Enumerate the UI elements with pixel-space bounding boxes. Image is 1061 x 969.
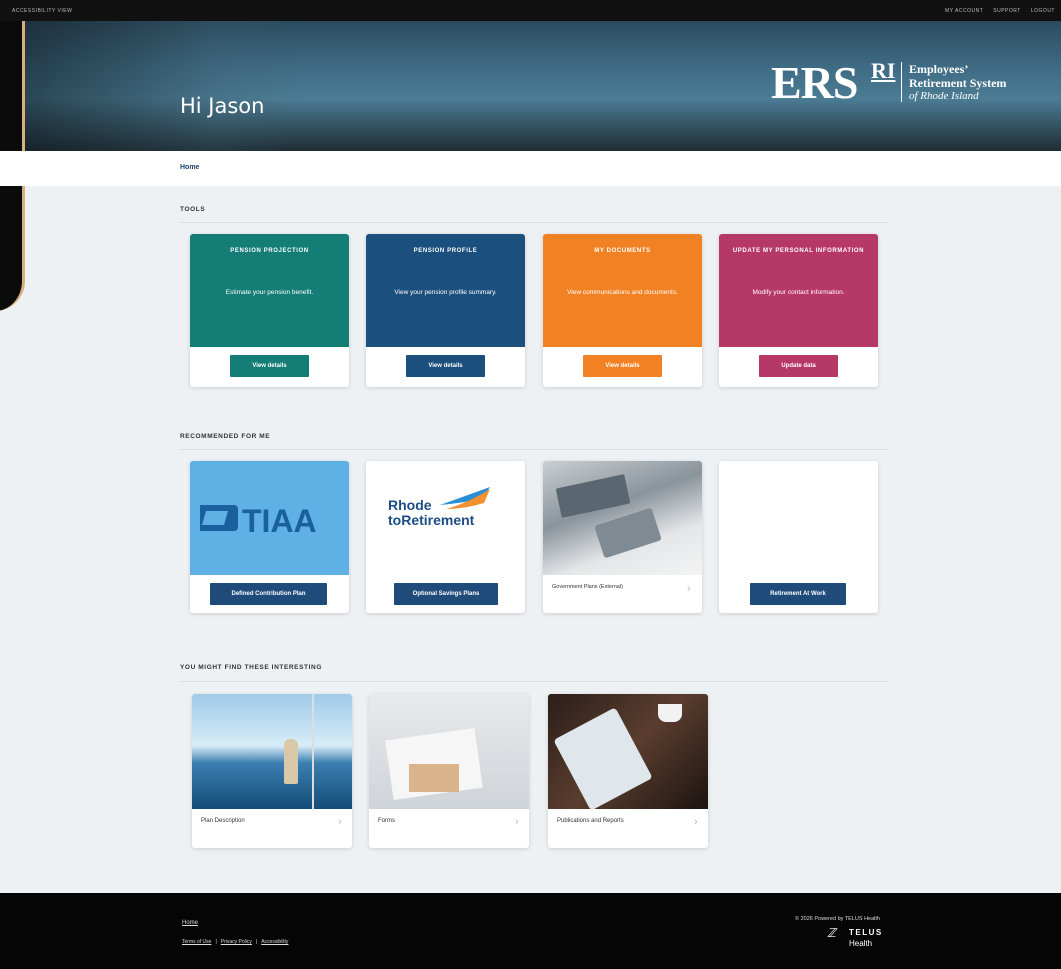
recommended-divider: [180, 449, 888, 450]
breadcrumb: Home: [0, 151, 1061, 186]
telus-symbol-icon: ℤ: [827, 926, 836, 940]
hero-banner: Hi Jason ERS RI Employees’ Retirement Sy…: [0, 21, 1061, 151]
breadcrumb-home[interactable]: Home: [180, 164, 199, 171]
tool-card-pension-projection: PENSION PROJECTION Estimate your pension…: [190, 234, 349, 387]
interesting-divider: [180, 681, 888, 682]
coffee-cup-icon: [658, 704, 682, 722]
int-card-plan-description[interactable]: Plan Description ›: [192, 694, 352, 848]
forms-photo: [369, 694, 529, 809]
rec-card-retirement-at-work: Retirement At Work: [719, 461, 878, 613]
footer-separator: |: [215, 939, 217, 945]
chevron-right-icon: ›: [687, 583, 691, 595]
pension-profile-view-details-button[interactable]: View details: [406, 355, 485, 377]
pension-projection-view-details-button[interactable]: View details: [230, 355, 309, 377]
tools-divider: [180, 222, 888, 223]
rec-card-rhode-to-retirement: Rhode toRetirement Optional Savings Plan…: [366, 461, 525, 613]
government-plans-link[interactable]: Government Plans (External): [552, 584, 623, 590]
forms-label: Forms: [378, 818, 395, 824]
greeting-heading: Hi Jason: [180, 94, 265, 118]
tool-card-desc: View your pension profile summary.: [394, 289, 497, 296]
defined-contribution-plan-button[interactable]: Defined Contribution Plan: [210, 583, 327, 605]
utility-links: MY ACCOUNT SUPPORT LOGOUT: [945, 8, 1055, 14]
tools-section-title: TOOLS: [180, 206, 206, 213]
logo-line-1: Employees’: [909, 62, 969, 76]
tool-card-title: PENSION PROFILE: [413, 248, 478, 254]
logo-divider: [901, 62, 902, 102]
tool-card-update-info: UPDATE MY PERSONAL INFORMATION Modify yo…: [719, 234, 878, 387]
calculator-photo: [543, 461, 702, 575]
tool-card-desc: Estimate your pension benefit.: [225, 289, 314, 296]
optional-savings-plans-button[interactable]: Optional Savings Plans: [394, 583, 498, 605]
tablet-icon: [553, 707, 653, 811]
tablet-photo: [548, 694, 708, 811]
logo-ers-text: ERS: [771, 57, 858, 108]
mast-line: [312, 694, 314, 809]
rhode-to-retirement-logo: Rhode toRetirement: [366, 461, 525, 575]
logo-ri-text: RI: [871, 58, 896, 83]
accessibility-view-link[interactable]: ACCESSIBILITY VIEW: [12, 8, 72, 14]
tool-card-my-documents: MY DOCUMENTS View communications and doc…: [543, 234, 702, 387]
accessibility-link[interactable]: Accessibility: [261, 939, 288, 945]
my-account-link[interactable]: MY ACCOUNT: [945, 8, 983, 14]
interesting-section-title: YOU MIGHT FIND THESE INTERESTING: [180, 664, 322, 671]
tool-card-desc: View communications and documents.: [567, 289, 678, 296]
tool-card-title: MY DOCUMENTS: [594, 248, 651, 254]
chevron-right-icon: ›: [515, 816, 519, 828]
footer-separator: |: [255, 939, 258, 945]
footer-home-link[interactable]: Home: [182, 920, 198, 926]
rtr-logo-line1: Rhode: [388, 497, 432, 513]
telus-logo-text: TELUS: [849, 928, 883, 937]
logo-line-3: of Rhode Island: [909, 90, 979, 102]
hero-background-image: [20, 21, 300, 151]
sailboat-photo: [192, 694, 352, 809]
footer: Home Terms of Use | Privacy Policy | Acc…: [0, 893, 1061, 969]
person-figure: [284, 739, 298, 784]
terms-of-use-link[interactable]: Terms of Use: [182, 939, 211, 945]
tiaa-logo-text: TIAA: [242, 503, 317, 539]
ers-ri-logo[interactable]: ERS RI Employees’ Retirement System of R…: [771, 56, 1031, 126]
plan-description-label: Plan Description: [201, 818, 245, 824]
tiaa-logo-icon: TIAA: [200, 503, 317, 539]
tool-card-desc: Modify your contact information.: [752, 289, 845, 296]
my-documents-view-details-button[interactable]: View details: [583, 355, 662, 377]
update-data-button[interactable]: Update data: [759, 355, 838, 377]
rec-card-tiaa: TIAA Defined Contribution Plan: [190, 461, 349, 613]
privacy-policy-link[interactable]: Privacy Policy: [221, 939, 252, 945]
retirement-at-work-button[interactable]: Retirement At Work: [750, 583, 846, 605]
logout-link[interactable]: LOGOUT: [1031, 8, 1055, 14]
chevron-right-icon: ›: [694, 816, 698, 828]
health-logo-text: Health: [849, 939, 873, 948]
int-card-forms[interactable]: Forms ›: [369, 694, 529, 848]
recommended-section-title: RECOMMENDED FOR ME: [180, 433, 271, 440]
tool-card-title: UPDATE MY PERSONAL INFORMATION: [732, 248, 865, 254]
footer-links: Terms of Use | Privacy Policy | Accessib…: [182, 939, 288, 945]
support-link[interactable]: SUPPORT: [993, 8, 1021, 14]
rtr-logo-line2: toRetirement: [388, 512, 475, 528]
tool-card-title: PENSION PROJECTION: [230, 248, 309, 254]
chevron-right-icon: ›: [338, 816, 342, 828]
publications-label: Publications and Reports: [557, 818, 624, 824]
powered-by-text: © 2026 Powered by TELUS Health: [795, 916, 880, 922]
calculator-icon: [594, 507, 662, 559]
notepad-icon: [409, 764, 459, 792]
swoosh-icon: [440, 487, 490, 509]
logo-line-2: Retirement System: [909, 76, 1007, 90]
laptop-keyboard-icon: [555, 474, 631, 518]
retirement-at-work-panel: [719, 461, 878, 575]
tool-card-pension-profile: PENSION PROFILE View your pension profil…: [366, 234, 525, 387]
rec-card-government-plans[interactable]: Government Plans (External) ›: [543, 461, 702, 613]
tiaa-logo-panel: TIAA: [190, 461, 349, 575]
utility-bar: ACCESSIBILITY VIEW MY ACCOUNT SUPPORT LO…: [0, 0, 1061, 21]
int-card-publications[interactable]: Publications and Reports ›: [548, 694, 708, 848]
